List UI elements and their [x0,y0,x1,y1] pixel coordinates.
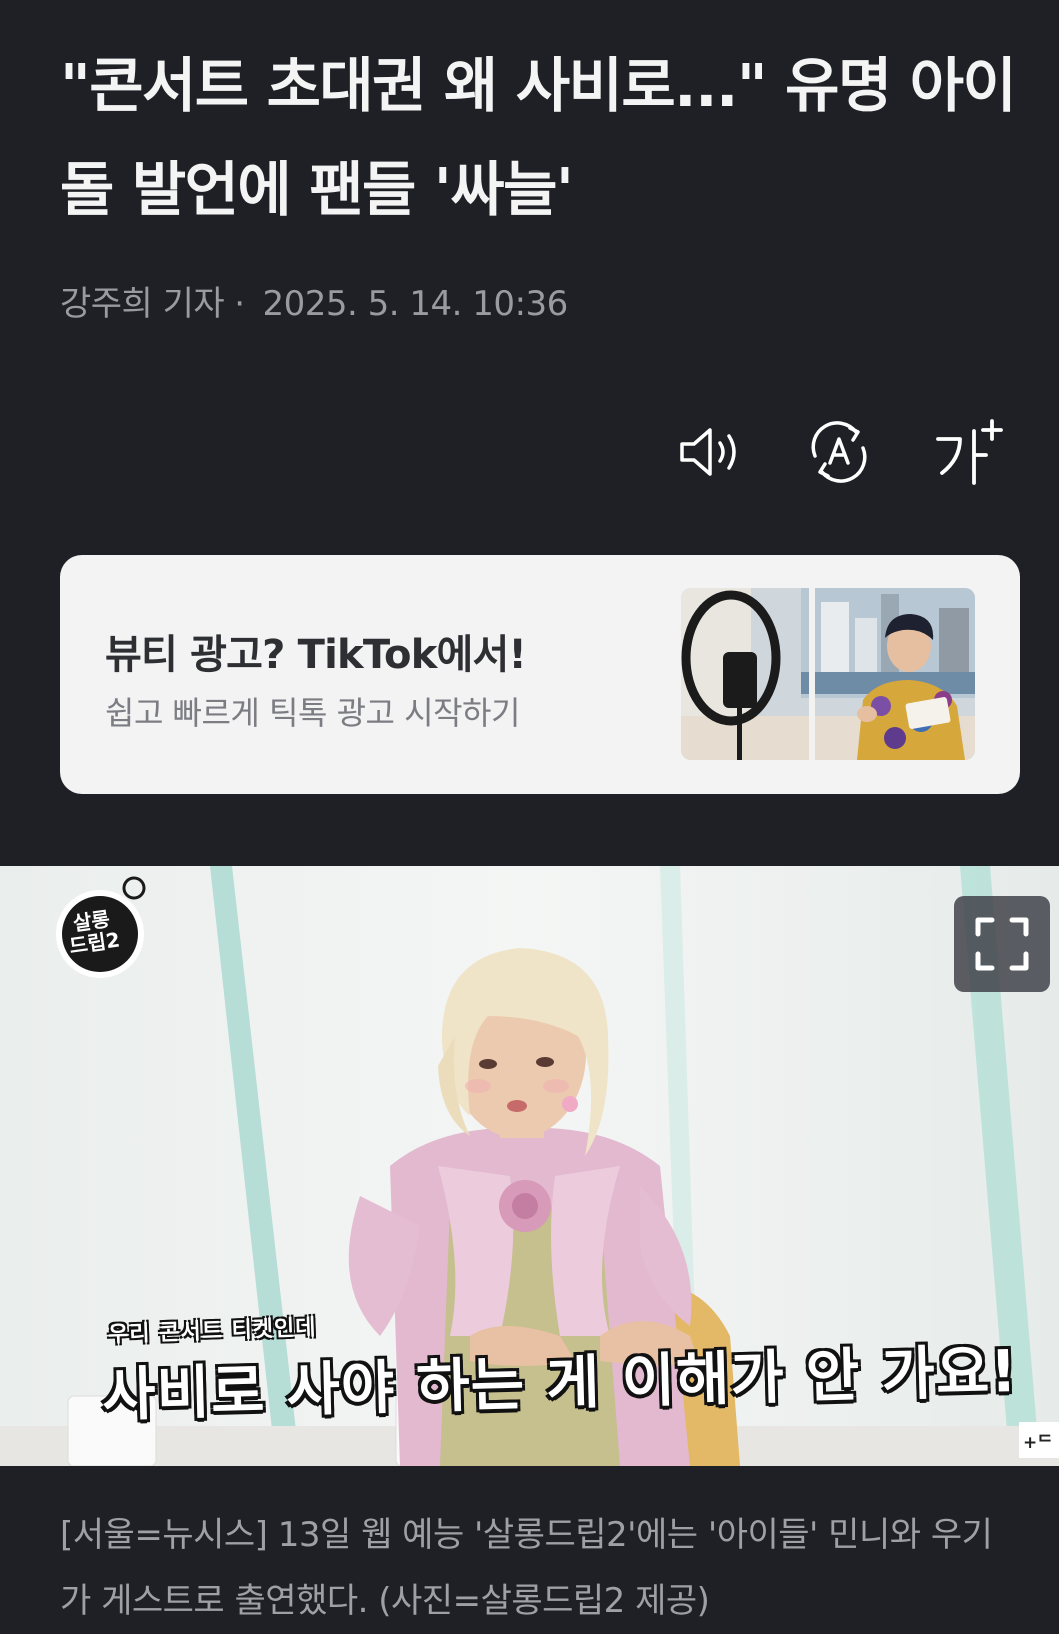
speaker-icon [680,428,736,476]
ad-title: 뷰티 광고? TikTok에서! [105,632,527,678]
byline-separator: · [234,284,245,324]
ad-thumbnail [681,588,975,760]
translate-icon [811,421,867,483]
article-byline: 강주희 기자 · 2025. 5. 14. 10:36 [60,276,568,325]
tiktok-ad-banner[interactable]: 뷰티 광고? TikTok에서! 쉽고 빠르게 틱톡 광고 시작하기 [60,555,1020,794]
ad-subtitle: 쉽고 빠르게 틱톡 광고 시작하기 [105,694,520,732]
program-logo: 살롱드립2 [67,906,122,959]
fullscreen-icon [975,917,1029,971]
listen-button[interactable] [671,412,751,492]
font-size-button[interactable] [929,412,1009,492]
font-size-icon [936,419,1003,485]
publish-timestamp: 2025. 5. 14. 10:36 [262,284,569,324]
article-headline: "콘서트 초대권 왜 사비로..." 유명 아이돌 발언에 팬들 '싸늘' [60,51,1017,224]
fullscreen-button[interactable] [954,896,1050,992]
corner-watermark: +ᄃ [1019,1422,1059,1458]
reporter-name[interactable]: 강주희 기자 [60,284,225,324]
photo-caption: [서울=뉴시스] 13일 웹 예능 '살롱드립2'에는 '아이들' 민니와 우기… [60,1515,993,1621]
translate-button[interactable] [799,412,879,492]
article-photo: 살롱드립2 우리 콘서트 티켓인데 사비로 사야 하는 게 이해가 안 가요! … [0,866,1059,1466]
